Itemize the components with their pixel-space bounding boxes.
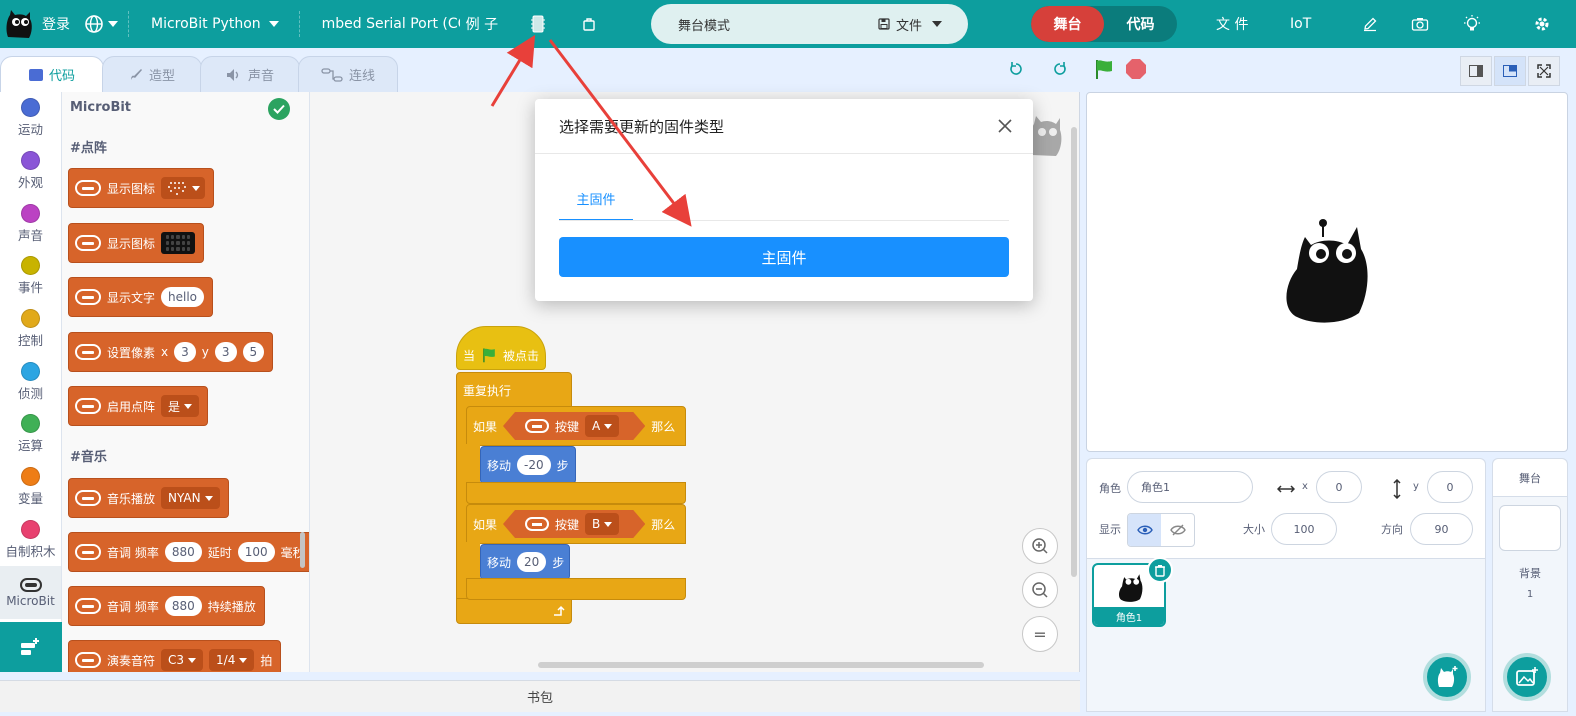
tab-main-firmware[interactable]: 主固件 xyxy=(559,189,633,221)
dialog-divider xyxy=(535,153,1033,154)
dialog-close-button[interactable] xyxy=(995,116,1015,136)
dialog-title: 选择需要更新的固件类型 xyxy=(559,118,725,136)
main-firmware-button[interactable]: 主固件 xyxy=(559,237,1009,277)
modal-overlay: 选择需要更新的固件类型 主固件 主固件 xyxy=(0,0,1576,716)
firmware-dialog: 选择需要更新的固件类型 主固件 主固件 xyxy=(535,99,1033,301)
close-icon xyxy=(998,119,1012,133)
tab-underline xyxy=(559,220,1009,221)
